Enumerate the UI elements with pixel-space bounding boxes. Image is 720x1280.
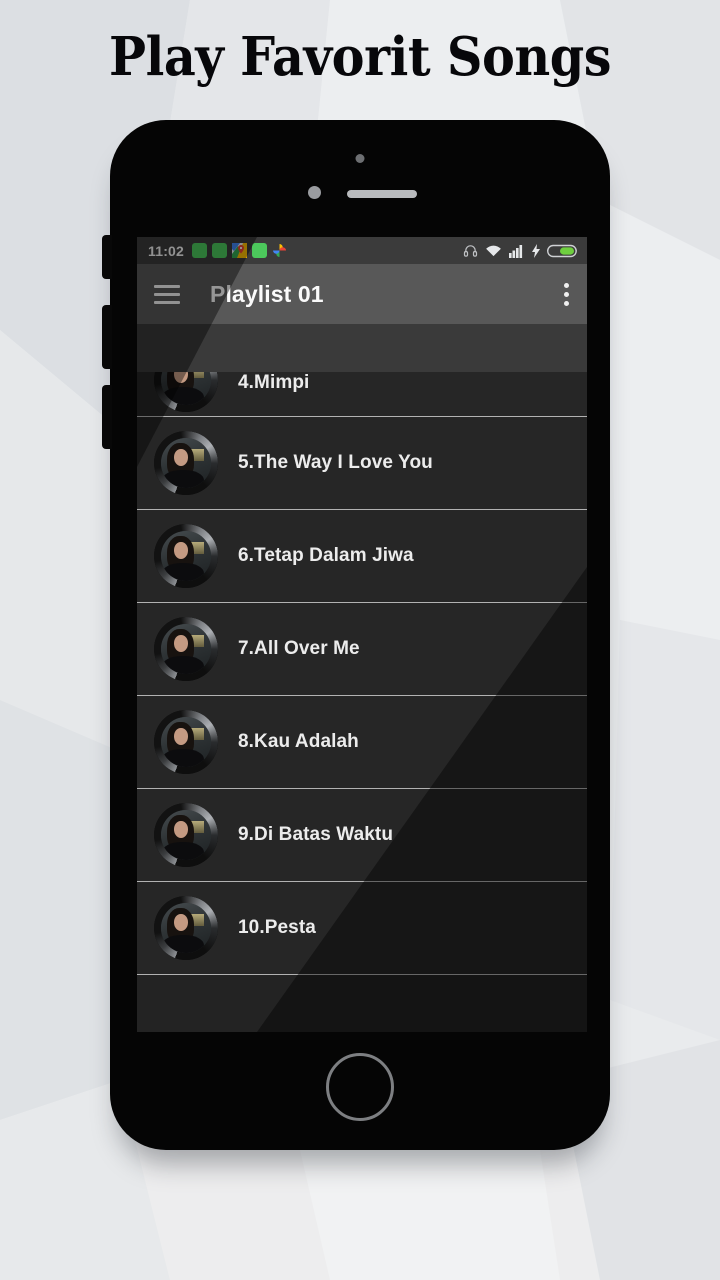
album-art-photo (161, 531, 211, 581)
song-title: 8.Kau Adalah (238, 731, 359, 752)
mute-switch-button[interactable] (102, 235, 112, 279)
song-title: 6.Tetap Dalam Jiwa (238, 545, 414, 566)
photo-face (174, 728, 188, 745)
volume-up-button[interactable] (102, 305, 112, 369)
hamburger-line (154, 292, 180, 296)
photo-body (162, 935, 204, 953)
photo-face (174, 542, 188, 559)
playlist-song-list[interactable]: 4.Mimpi 5.The Way I Love You 6.Tetap Dal… (137, 372, 587, 975)
song-title: 5.The Way I Love You (238, 452, 433, 473)
photo-body (162, 470, 204, 488)
overflow-dot (564, 300, 569, 306)
table-row[interactable]: 5.The Way I Love You (137, 417, 587, 510)
song-title: 10.Pesta (238, 917, 316, 938)
table-row[interactable]: 9.Di Batas Waktu (137, 789, 587, 882)
album-art-photo (161, 717, 211, 767)
status-bar-clock: 11:02 (148, 242, 185, 259)
phone-device-frame: 11:02 Playlist 01 4.Mimpi 5.The Way I Lo… (102, 120, 610, 1150)
album-art-photo (161, 438, 211, 488)
notification-app-icon-3 (252, 243, 268, 258)
photo-body (162, 563, 204, 581)
charging-bolt-icon (532, 243, 540, 258)
photo-face (174, 821, 188, 838)
hamburger-line (154, 284, 180, 288)
song-title: 4.Mimpi (238, 372, 310, 393)
status-bar-notification-icons (192, 243, 287, 258)
photo-face (174, 635, 188, 652)
app-bar: Playlist 01 (137, 264, 587, 324)
photo-body (162, 656, 204, 674)
photo-face (174, 914, 188, 931)
maps-icon (232, 243, 248, 258)
album-art-photo (161, 372, 211, 405)
status-bar: 11:02 (137, 237, 587, 264)
photo-face (174, 449, 188, 466)
home-button[interactable] (326, 1053, 394, 1121)
album-art-thumbnail (154, 431, 218, 495)
list-scroll-header-band (137, 324, 587, 372)
battery-icon (547, 244, 577, 258)
photos-icon (272, 243, 287, 258)
table-row[interactable]: 10.Pesta (137, 882, 587, 975)
notification-app-icon-1 (192, 243, 208, 258)
page-title: Play Favorit Songs (108, 26, 612, 88)
album-art-photo (161, 903, 211, 953)
album-art-thumbnail (154, 524, 218, 588)
overflow-dot (564, 291, 569, 297)
album-art-photo (161, 624, 211, 674)
album-art-thumbnail (154, 710, 218, 774)
table-row[interactable]: 6.Tetap Dalam Jiwa (137, 510, 587, 603)
album-art-thumbnail (154, 896, 218, 960)
album-art-thumbnail (154, 372, 218, 412)
proximity-sensor-icon (308, 186, 321, 199)
photo-body (162, 387, 204, 405)
status-bar-system-icons (463, 243, 577, 258)
table-row[interactable]: 7.All Over Me (137, 603, 587, 696)
wifi-icon (485, 244, 502, 258)
song-title: 9.Di Batas Waktu (238, 824, 394, 845)
volume-down-button[interactable] (102, 385, 112, 449)
table-row[interactable]: 8.Kau Adalah (137, 696, 587, 789)
earpiece-speaker (347, 190, 417, 198)
cellular-signal-icon (509, 244, 525, 258)
app-bar-title: Playlist 01 (210, 280, 324, 307)
song-title: 7.All Over Me (238, 638, 360, 659)
album-art-thumbnail (154, 617, 218, 681)
phone-screen: 11:02 Playlist 01 4.Mimpi 5.The Way I Lo… (137, 237, 587, 1032)
table-row[interactable]: 4.Mimpi (137, 372, 587, 417)
overflow-dot (564, 282, 569, 288)
notification-app-icon-2 (212, 243, 228, 258)
album-art-thumbnail (154, 803, 218, 867)
headphones-icon (463, 243, 478, 258)
photo-body (162, 842, 204, 860)
album-art-photo (161, 810, 211, 860)
hamburger-menu-icon[interactable] (154, 284, 180, 304)
more-vertical-icon[interactable] (564, 282, 569, 306)
hamburger-line (154, 300, 180, 304)
photo-body (162, 749, 204, 767)
front-camera-icon (355, 154, 365, 163)
